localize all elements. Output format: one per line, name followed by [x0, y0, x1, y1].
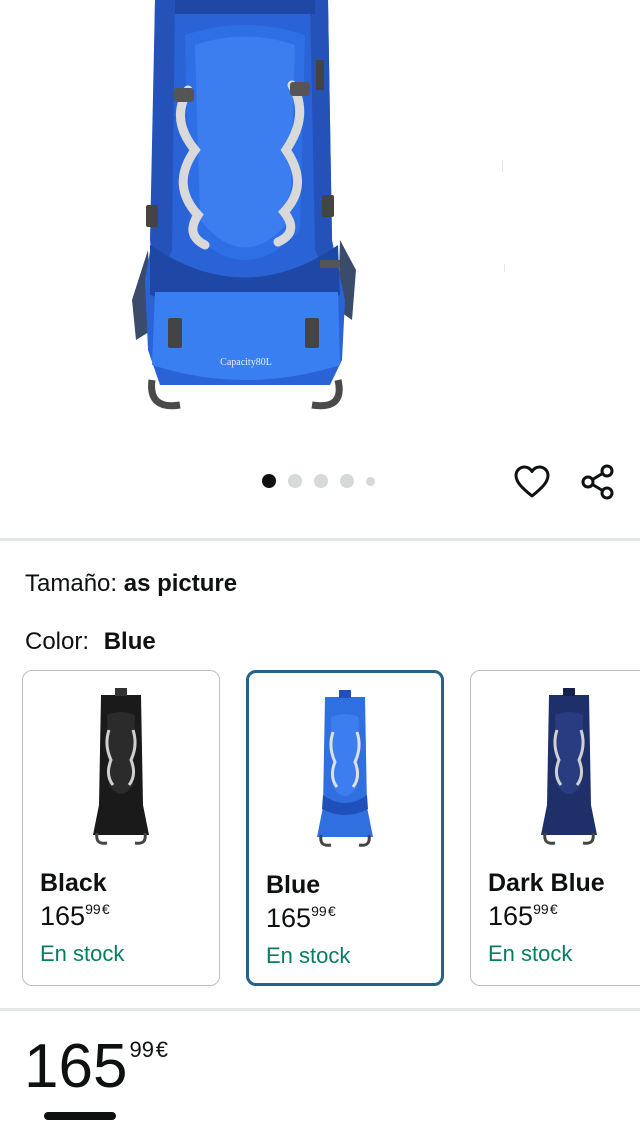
color-value: Blue: [103, 628, 156, 655]
swatch-price-fraction: 99: [311, 903, 327, 919]
swatch-price-whole: 165: [40, 901, 86, 931]
heart-icon: [514, 465, 550, 498]
size-value: as picture: [123, 570, 238, 597]
swatch-stock-status: En stock: [266, 943, 351, 968]
swatch-price-whole: 165: [488, 901, 534, 931]
swatch-thumbnail: [471, 685, 640, 857]
bag-print-text: Capacity80L: [220, 357, 272, 368]
carousel-dot-2[interactable]: [288, 474, 302, 488]
swatch-name: Black: [40, 869, 107, 897]
swatch-price-whole: 165: [266, 903, 312, 933]
carousel-dot-4[interactable]: [340, 474, 354, 488]
price-underline: [44, 1112, 116, 1120]
carousel-dot-5[interactable]: [366, 476, 375, 486]
product-price: 16599 €: [24, 1036, 168, 1098]
swatch-name: Blue: [266, 871, 321, 899]
swatch-price: 16599 €: [40, 901, 110, 932]
swatch-thumbnail: [23, 685, 219, 857]
swatch-price: 16599 €: [266, 903, 336, 934]
color-label: Color:: [25, 628, 90, 655]
swatch-stock-status: En stock: [488, 941, 573, 966]
swatch-price-currency: €: [327, 903, 336, 919]
swatch-price-currency: €: [549, 901, 558, 917]
carousel-dot-1[interactable]: [262, 474, 276, 488]
swatch-stock-status: En stock: [40, 941, 125, 966]
price-currency: €: [155, 1037, 169, 1062]
size-label: Tamaño:: [25, 570, 118, 597]
swatch-price-currency: €: [101, 901, 110, 917]
color-swatch-blue[interactable]: Blue 16599 € En stock: [246, 670, 444, 986]
swatch-price-fraction: 99: [85, 901, 101, 917]
swatch-price: 16599 €: [488, 901, 558, 932]
price-whole: 165: [24, 1032, 128, 1101]
carousel-indicator[interactable]: [262, 474, 375, 488]
color-variation: Color: Blue: [25, 628, 156, 656]
size-variation: Tamaño: as picture: [25, 570, 237, 598]
product-image[interactable]: Capacity80L: [0, 0, 640, 460]
color-swatch-list: Black 16599 € En stock Blue 16599 € En s…: [22, 670, 640, 988]
color-swatch-dark-blue[interactable]: Dark Blue 16599 € En stock: [470, 670, 640, 986]
section-divider: [0, 1008, 640, 1011]
favorite-button[interactable]: [512, 462, 552, 502]
section-divider: [0, 538, 640, 541]
swatch-thumbnail: [249, 687, 441, 859]
share-icon: [581, 464, 614, 500]
swatch-price-fraction: 99: [533, 901, 549, 917]
swatch-name: Dark Blue: [488, 869, 605, 897]
color-swatch-black[interactable]: Black 16599 € En stock: [22, 670, 220, 986]
carousel-dot-3[interactable]: [314, 474, 328, 488]
price-fraction: 99: [129, 1037, 154, 1062]
backpack-image: Capacity80L: [132, 0, 505, 410]
share-button[interactable]: [578, 462, 618, 502]
